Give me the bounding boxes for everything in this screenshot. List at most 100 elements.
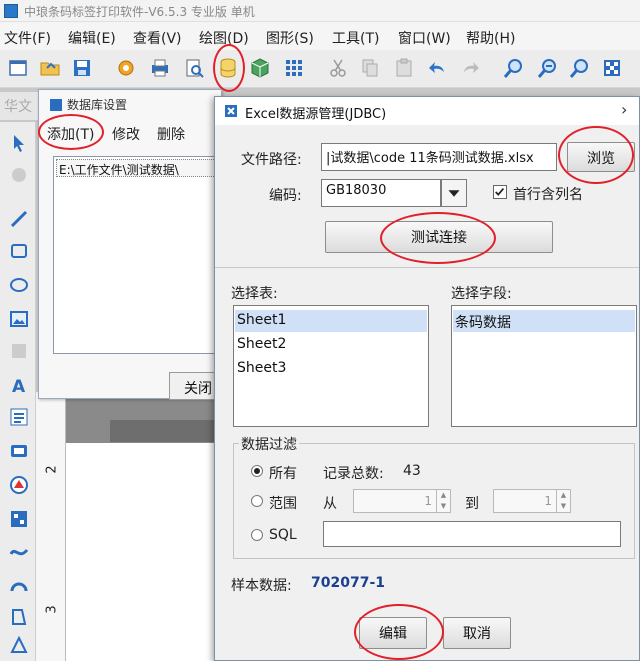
annotation-circle-add [38,114,104,150]
file-path-input[interactable]: |试数据\code 11条码测试数据.xlsx [321,143,557,171]
table-item-sheet3[interactable]: Sheet3 [235,358,427,380]
spin-up-icon[interactable]: ▲ [556,490,570,501]
cube-icon[interactable] [248,56,272,80]
menu-view[interactable]: 查看(V) [133,28,182,48]
undo-icon[interactable] [426,56,450,80]
copy-icon[interactable] [358,56,382,80]
annotation-circle-browse [558,126,634,184]
menu-shape[interactable]: 图形(S) [266,28,314,48]
rectangle-tool-icon[interactable] [8,240,30,262]
filter-range-radio[interactable] [251,495,263,507]
data-filter-title: 数据过滤 [239,434,299,454]
barcode-tool-icon[interactable] [8,440,30,462]
filter-sql-label: SQL [269,527,297,543]
save-icon[interactable] [70,56,94,80]
tool-palette: A [0,122,36,661]
from-spinner[interactable]: 1 ▲ ▼ [353,489,451,513]
encoding-label: 编码: [269,188,302,204]
paste-icon[interactable] [392,56,416,80]
dialog-title-bar: Excel数据源管理(JDBC) › [215,97,639,125]
window-title: 中琅条码标签打印软件-V6.5.3 专业版 单机 [24,5,255,19]
menu-file[interactable]: 文件(F) [4,28,51,48]
settings-icon[interactable] [114,56,138,80]
close-icon[interactable]: › [621,100,627,119]
cut-icon[interactable] [326,56,350,80]
filter-sql-radio[interactable] [251,529,263,541]
annotation-circle-test [380,212,496,264]
file-path-label: 文件路径: [241,152,302,168]
ellipse-tool-icon[interactable] [8,274,30,296]
filter-range-label: 范围 [269,496,297,512]
total-records-value: 43 [403,463,421,479]
excel-datasource-dialog: Excel数据源管理(JDBC) › 文件路径: |试数据\code 11条码测… [214,96,640,661]
menu-bar: 文件(F) 编辑(E) 查看(V) 绘图(D) 图形(S) 工具(T) 窗口(W… [0,22,640,50]
delete-tab[interactable]: 删除 [157,124,185,144]
database-list[interactable]: E:\工作文件\测试数据\ [53,156,217,354]
divider [215,267,639,268]
table-item-sheet2[interactable]: Sheet2 [235,334,427,356]
label-canvas[interactable] [66,443,216,661]
ruler-mark: 2 [44,465,60,474]
select-arrow-icon[interactable] [8,132,30,154]
first-row-label: 首行含列名 [513,187,583,203]
field-list[interactable]: 条码数据 [451,305,637,427]
cancel-button-label: 取消 [463,626,491,642]
open-icon[interactable] [38,56,62,80]
triangle-shape-icon[interactable] [8,634,30,656]
table-list[interactable]: Sheet1 Sheet2 Sheet3 [233,305,429,427]
menu-tools[interactable]: 工具(T) [332,28,379,48]
spin-down-icon[interactable]: ▼ [436,501,450,512]
redo-icon[interactable] [458,56,482,80]
vertical-ruler: 2 3 [36,392,66,661]
text-tool-icon[interactable]: A [8,374,30,397]
sql-input[interactable] [323,521,621,547]
cancel-button[interactable]: 取消 [443,617,511,649]
spin-down-icon[interactable]: ▼ [556,501,570,512]
edit-tab[interactable]: 修改 [112,124,140,144]
arc-tool-icon[interactable] [8,574,30,596]
dialog-icon [223,103,239,119]
line-tool-icon[interactable] [8,208,30,230]
list-item[interactable]: E:\工作文件\测试数据\ [56,159,216,177]
block-tool-icon[interactable] [8,340,30,362]
to-spinner[interactable]: 1 ▲ ▼ [493,489,571,513]
to-value: 1 [544,494,552,508]
sample-data-value: 702077-1 [311,575,385,591]
app-icon [4,4,18,18]
chevron-down-icon[interactable] [441,179,467,207]
menu-window[interactable]: 窗口(W) [398,28,451,48]
dialog-title: Excel数据源管理(JDBC) [245,107,387,122]
label-shadow [110,420,216,442]
table-item-sheet1[interactable]: Sheet1 [235,310,427,332]
print-preview-icon[interactable] [182,56,206,80]
new-icon[interactable] [6,56,30,80]
zoom-out-icon[interactable] [536,56,560,80]
image-tool-icon[interactable] [8,308,30,330]
annotation-circle-edit [354,604,444,660]
field-item[interactable]: 条码数据 [453,310,635,332]
menu-edit[interactable]: 编辑(E) [68,28,116,48]
window-icon [49,98,63,112]
select-table-label: 选择表: [231,286,278,302]
first-row-checkbox[interactable] [493,185,507,199]
from-label: 从 [323,496,337,512]
sample-data-label: 样本数据: [231,578,292,594]
zoom-actual-icon[interactable] [600,56,624,80]
spin-up-icon[interactable]: ▲ [436,490,450,501]
zoom-fit-icon[interactable] [568,56,592,80]
encoding-select[interactable]: GB18030 [321,179,441,207]
zoom-in-icon[interactable] [502,56,526,80]
pan-icon[interactable] [8,164,30,186]
print-icon[interactable] [148,56,172,80]
paragraph-tool-icon[interactable] [8,406,30,428]
grid-icon[interactable] [282,56,306,80]
menu-help[interactable]: 帮助(H) [466,28,515,48]
filter-all-radio[interactable] [251,465,263,477]
curve-tool-icon[interactable] [8,540,30,562]
qrcode-tool-icon[interactable] [8,508,30,530]
database-settings-title: 数据库设置 [67,98,128,112]
svg-text:A: A [12,377,26,396]
polygon-tool-icon[interactable] [8,606,30,628]
triangle-tool-icon[interactable] [8,474,30,496]
toolbar [0,50,640,88]
